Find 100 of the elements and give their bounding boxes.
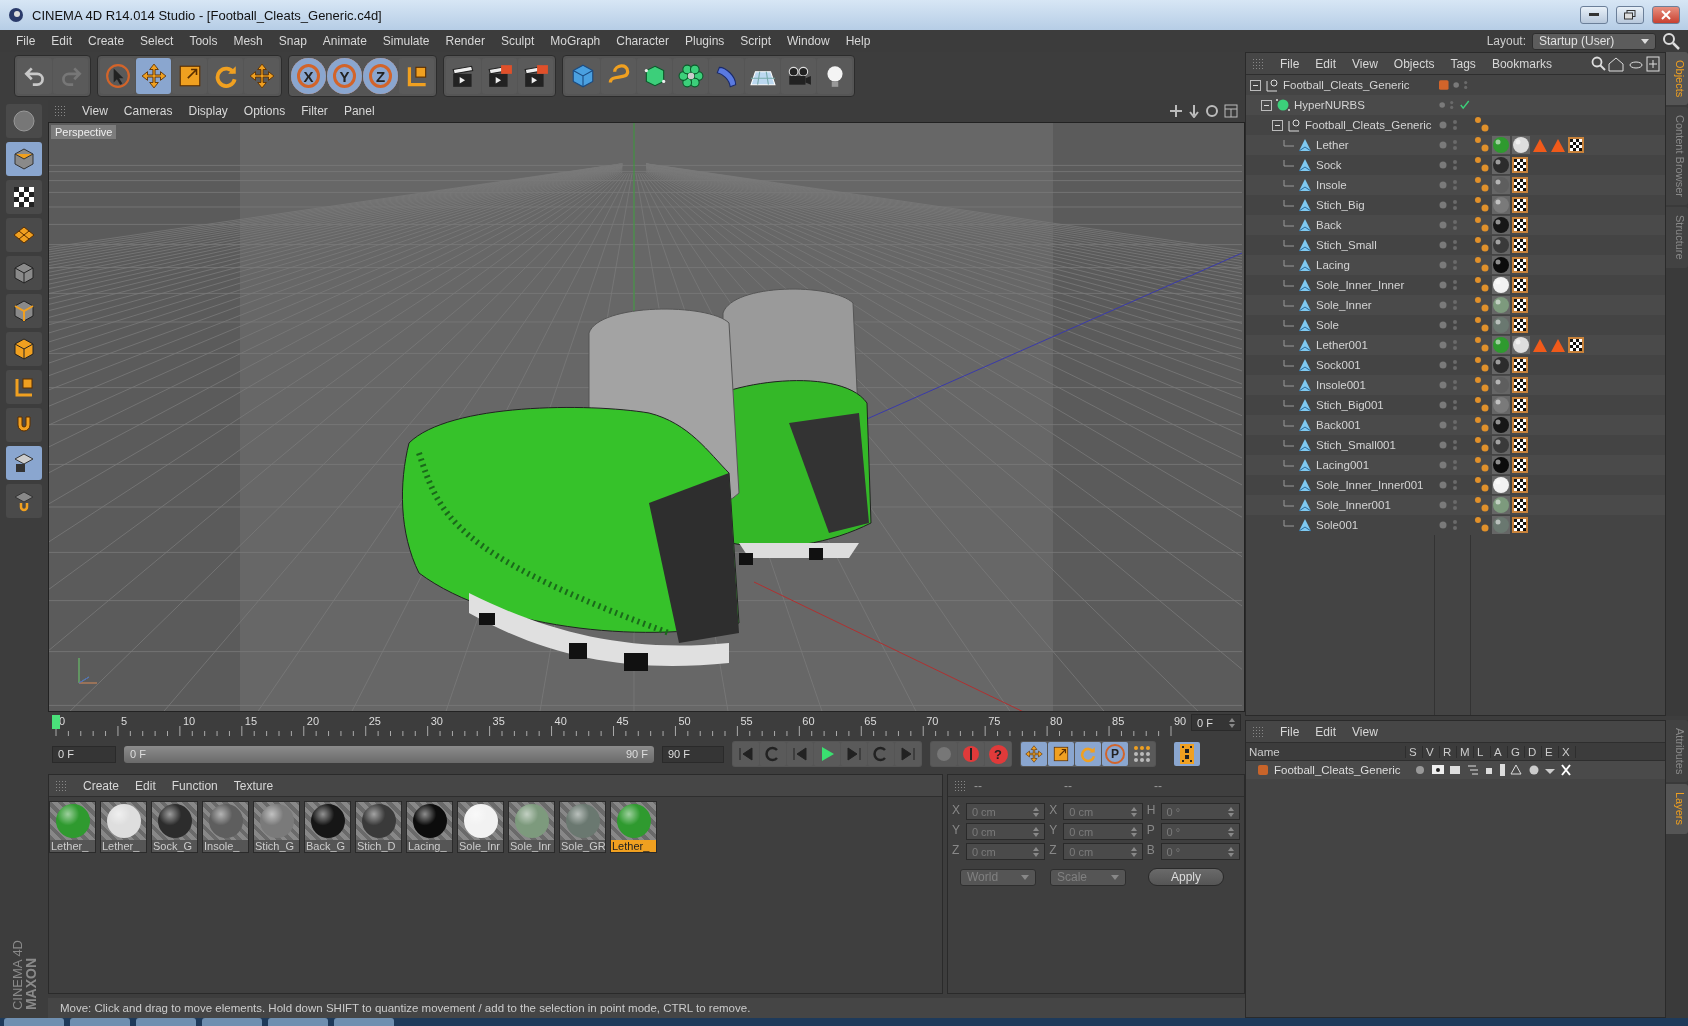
phong-dots-icon[interactable] bbox=[1474, 236, 1490, 254]
object-row[interactable]: Lacing001 bbox=[1246, 455, 1665, 475]
phong-dots-icon[interactable] bbox=[1474, 516, 1490, 534]
menu-item[interactable]: Snap bbox=[270, 34, 315, 48]
check-icon[interactable] bbox=[1460, 99, 1470, 111]
phong-dots-icon[interactable] bbox=[1474, 176, 1490, 194]
tool-button[interactable] bbox=[817, 58, 852, 94]
manager-tools-icon[interactable] bbox=[1591, 55, 1661, 72]
checker-tag-icon[interactable] bbox=[1512, 257, 1528, 273]
search-icon[interactable] bbox=[1662, 32, 1680, 50]
layer-menu-item[interactable]: View bbox=[1344, 724, 1386, 739]
menu-item[interactable]: Sculpt bbox=[492, 34, 543, 48]
mode-button[interactable] bbox=[6, 180, 42, 214]
transport-button[interactable] bbox=[760, 742, 786, 767]
material-item[interactable]: Sole_Inr bbox=[508, 801, 555, 854]
collapse-icon[interactable] bbox=[1250, 79, 1261, 91]
material-item[interactable]: Stich_G bbox=[253, 801, 300, 854]
tool-button[interactable] bbox=[745, 58, 780, 94]
transport-button[interactable] bbox=[787, 742, 813, 767]
layer-color-icon[interactable] bbox=[1439, 79, 1449, 91]
view-navigation-icon[interactable] bbox=[1169, 103, 1239, 118]
phong-dots-icon[interactable] bbox=[1474, 156, 1490, 174]
material-ball-icon[interactable] bbox=[1492, 236, 1510, 254]
material-ball-icon[interactable] bbox=[1492, 276, 1510, 294]
start-frame-field[interactable]: 0 F bbox=[52, 745, 116, 763]
side-tab[interactable]: Layers bbox=[1666, 784, 1688, 834]
object-row[interactable]: Insole bbox=[1246, 175, 1665, 195]
menu-item[interactable]: File bbox=[8, 34, 44, 48]
object-menu-item[interactable]: Objects bbox=[1385, 56, 1443, 71]
record-button[interactable] bbox=[958, 742, 984, 767]
checker-tag-icon[interactable] bbox=[1512, 357, 1528, 373]
material-item[interactable]: Lether_ bbox=[49, 801, 96, 854]
material-ball-icon[interactable] bbox=[1492, 296, 1510, 314]
axis-lock-button[interactable]: Y bbox=[327, 58, 362, 94]
checker-tag-icon[interactable] bbox=[1512, 197, 1528, 213]
phong-dots-icon[interactable] bbox=[1474, 376, 1490, 394]
rotation-key-button[interactable] bbox=[1075, 742, 1101, 767]
material-menu-item[interactable]: Create bbox=[75, 778, 128, 793]
transport-button[interactable] bbox=[868, 742, 894, 767]
object-row[interactable]: Lether001 bbox=[1246, 335, 1665, 355]
material-ball-icon[interactable] bbox=[1492, 456, 1510, 474]
transport-button[interactable] bbox=[841, 742, 867, 767]
menu-item[interactable]: Tools bbox=[181, 34, 226, 48]
object-row[interactable]: HyperNURBS bbox=[1246, 95, 1665, 115]
mode-button[interactable] bbox=[6, 446, 42, 480]
side-tab[interactable]: Objects bbox=[1666, 52, 1688, 106]
checker-tag-icon[interactable] bbox=[1512, 377, 1528, 393]
menu-item[interactable]: Plugins bbox=[676, 34, 733, 48]
material-ball-icon[interactable] bbox=[1492, 496, 1510, 514]
object-row[interactable]: Back001 bbox=[1246, 415, 1665, 435]
checker-tag-icon[interactable] bbox=[1512, 277, 1528, 293]
object-row[interactable]: Sole_Inner bbox=[1246, 295, 1665, 315]
phong-dots-icon[interactable] bbox=[1474, 116, 1490, 134]
playhead[interactable] bbox=[52, 715, 60, 730]
phong-dots-icon[interactable] bbox=[1474, 336, 1490, 354]
viewport-menu-item[interactable]: Options bbox=[235, 103, 294, 118]
checker-tag-icon[interactable] bbox=[1512, 397, 1528, 413]
checker-tag-icon[interactable] bbox=[1512, 457, 1528, 473]
material-ball-icon[interactable] bbox=[1492, 436, 1510, 454]
axis-lock-button[interactable]: Z bbox=[363, 58, 398, 94]
material-ball-icon[interactable] bbox=[1492, 216, 1510, 234]
material-ball-icon[interactable] bbox=[1512, 136, 1530, 154]
minimize-button[interactable] bbox=[1580, 6, 1608, 24]
phong-dots-icon[interactable] bbox=[1474, 136, 1490, 154]
material-item[interactable]: Insole_ bbox=[202, 801, 249, 854]
tool-button[interactable] bbox=[482, 58, 517, 94]
mode-button[interactable] bbox=[6, 332, 42, 366]
object-menu-item[interactable]: View bbox=[1344, 56, 1386, 71]
checker-tag-icon[interactable] bbox=[1512, 477, 1528, 493]
checker-tag-icon[interactable] bbox=[1512, 517, 1528, 533]
checker-tag-icon[interactable] bbox=[1512, 177, 1528, 193]
viewport-menu-item[interactable]: Filter bbox=[293, 103, 336, 118]
collapse-icon[interactable] bbox=[1272, 119, 1283, 131]
position-key-button[interactable] bbox=[1021, 742, 1047, 767]
material-menu-item[interactable]: Edit bbox=[127, 778, 164, 793]
object-menu-item[interactable]: Edit bbox=[1307, 56, 1345, 71]
transport-button[interactable] bbox=[733, 742, 759, 767]
material-ball-icon[interactable] bbox=[1492, 476, 1510, 494]
object-menu-item[interactable]: Bookmarks bbox=[1483, 56, 1560, 71]
checker-tag-icon[interactable] bbox=[1512, 237, 1528, 253]
phong-dots-icon[interactable] bbox=[1474, 396, 1490, 414]
end-frame-field[interactable]: 90 F bbox=[662, 745, 724, 763]
phong-dots-icon[interactable] bbox=[1474, 196, 1490, 214]
material-item[interactable]: Stich_D bbox=[355, 801, 402, 854]
layer-color-icon[interactable] bbox=[1258, 765, 1268, 775]
checker-tag-icon[interactable] bbox=[1568, 137, 1584, 153]
spinner-arrows-icon[interactable] bbox=[1229, 717, 1235, 728]
phong-dots-icon[interactable] bbox=[1474, 276, 1490, 294]
menu-item[interactable]: Simulate bbox=[374, 34, 438, 48]
menu-item[interactable]: Script bbox=[732, 34, 779, 48]
menu-item[interactable]: Character bbox=[608, 34, 677, 48]
material-item[interactable]: Sole_GR bbox=[559, 801, 606, 854]
material-item[interactable]: Lether_ bbox=[610, 801, 657, 854]
material-ball-icon[interactable] bbox=[1492, 356, 1510, 374]
material-ball-icon[interactable] bbox=[1492, 156, 1510, 174]
menu-item[interactable]: Select bbox=[132, 34, 182, 48]
material-item[interactable]: Sock_G bbox=[151, 801, 198, 854]
menu-item[interactable]: Help bbox=[837, 34, 879, 48]
phong-dots-icon[interactable] bbox=[1474, 476, 1490, 494]
phong-dots-icon[interactable] bbox=[1474, 496, 1490, 514]
